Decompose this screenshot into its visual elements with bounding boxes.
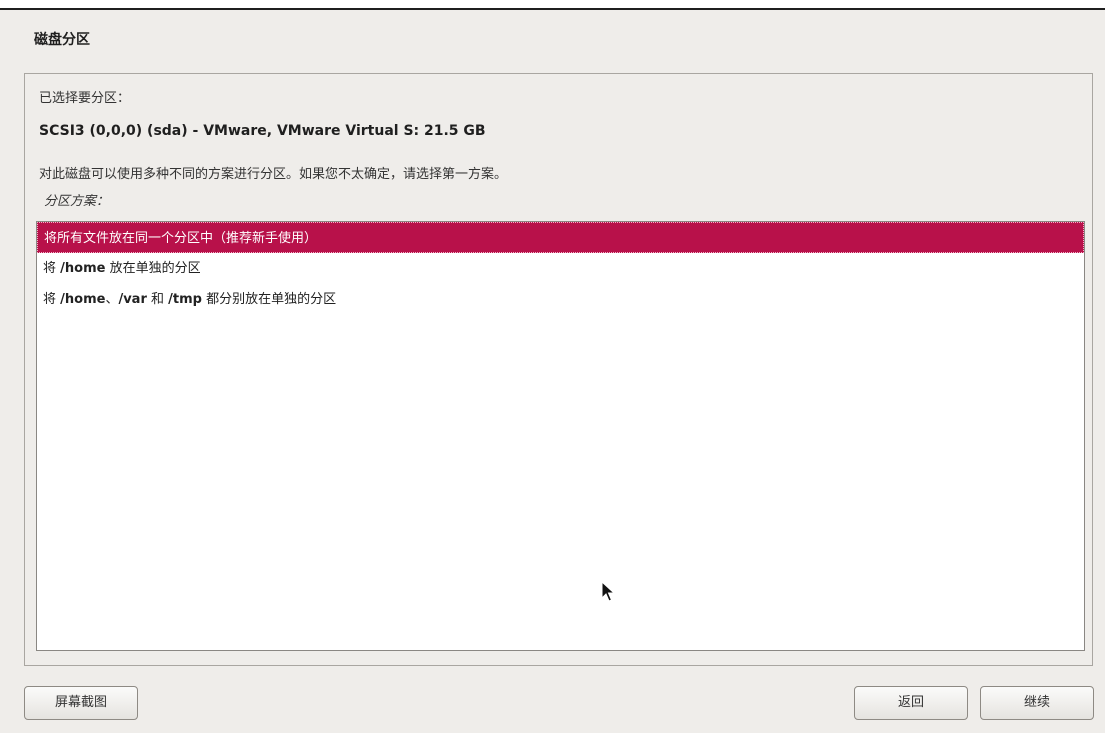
scheme-item-path-var: /var bbox=[118, 292, 147, 307]
scheme-item-separator: 和 bbox=[146, 292, 169, 307]
mouse-cursor-icon bbox=[601, 581, 615, 602]
selected-disk-label: 已选择要分区： bbox=[39, 91, 131, 106]
scheme-item-separator: 、 bbox=[105, 292, 119, 307]
scheme-label: 分区方案： bbox=[44, 194, 110, 209]
scheme-item-suffix: 放在单独的分区 bbox=[105, 261, 201, 276]
scheme-item-path: /home bbox=[60, 261, 106, 276]
page-title: 磁盘分区 bbox=[34, 32, 90, 48]
scheme-item-separate-home[interactable]: 将 /home 放在单独的分区 bbox=[37, 253, 1084, 284]
screenshot-button[interactable]: 屏幕截图 bbox=[24, 686, 138, 720]
scheme-item-path-tmp: /tmp bbox=[168, 292, 202, 307]
continue-button[interactable]: 继续 bbox=[980, 686, 1094, 720]
scheme-item-path-home: /home bbox=[60, 292, 106, 307]
partition-panel: 已选择要分区： SCSI3 (0,0,0) (sda) - VMware, VM… bbox=[24, 73, 1093, 666]
scheme-item-prefix: 将 bbox=[43, 261, 61, 276]
scheme-listbox[interactable]: 将所有文件放在同一个分区中（推荐新手使用） 将 /home 放在单独的分区 将 … bbox=[36, 221, 1085, 651]
scheme-item-separate-home-var-tmp[interactable]: 将 /home、/var 和 /tmp 都分别放在单独的分区 bbox=[37, 284, 1084, 315]
scheme-item-all-in-one[interactable]: 将所有文件放在同一个分区中（推荐新手使用） bbox=[37, 222, 1084, 253]
installer-window: 磁盘分区 已选择要分区： SCSI3 (0,0,0) (sda) - VMwar… bbox=[0, 10, 1105, 733]
top-border bbox=[0, 0, 1105, 10]
back-button[interactable]: 返回 bbox=[854, 686, 968, 720]
scheme-description: 对此磁盘可以使用多种不同的方案进行分区。如果您不太确定，请选择第一方案。 bbox=[39, 167, 508, 182]
scheme-item-suffix: 都分别放在单独的分区 bbox=[201, 292, 337, 307]
disk-name: SCSI3 (0,0,0) (sda) - VMware, VMware Vir… bbox=[39, 123, 486, 139]
scheme-item-label: 将所有文件放在同一个分区中（推荐新手使用） bbox=[44, 231, 318, 246]
scheme-item-prefix: 将 bbox=[43, 292, 61, 307]
